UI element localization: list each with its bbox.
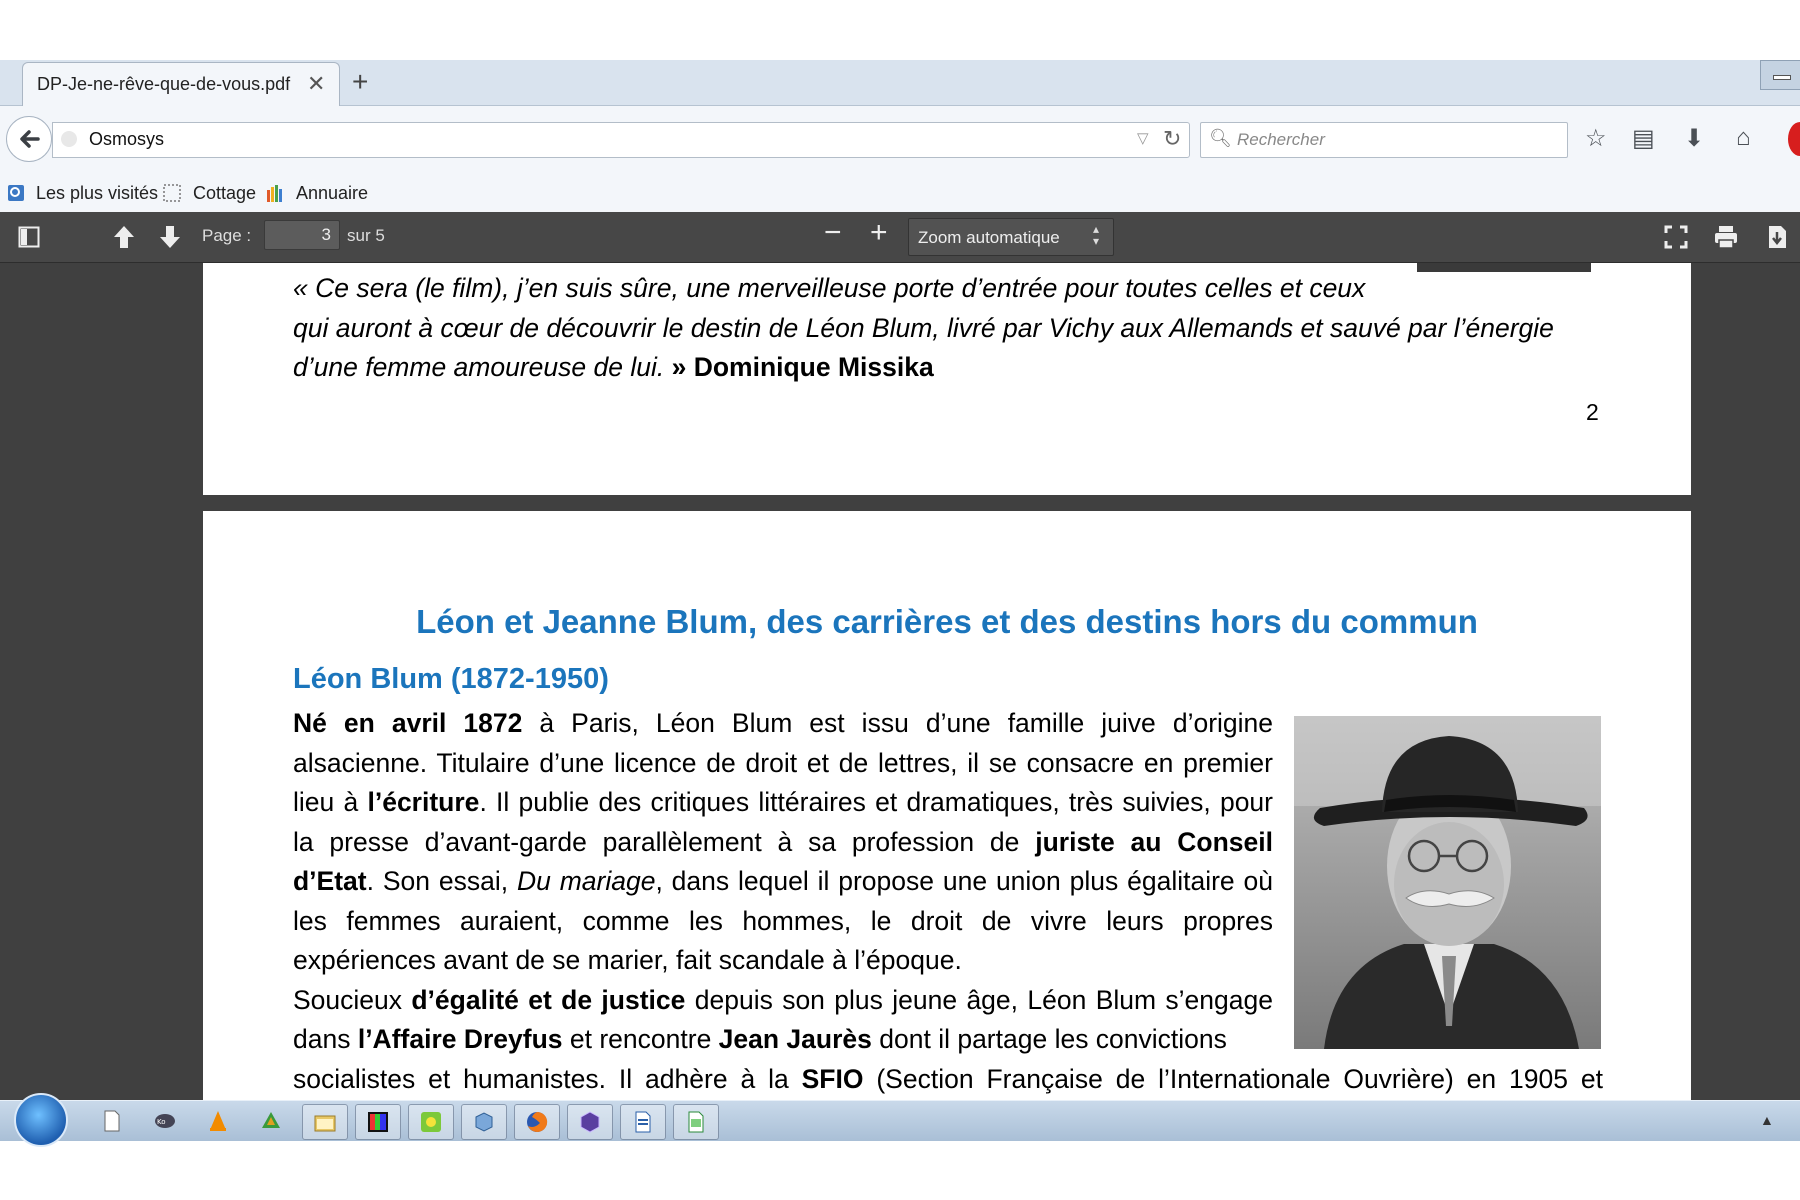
page-number: 2 (1586, 399, 1599, 425)
paragraph-2-continued: socialistes et humanistes. Il adhère à l… (293, 1064, 1603, 1094)
home-icon[interactable]: ⌂ (1736, 124, 1751, 152)
pdf-page-3: Léon et Jeanne Blum, des carrières et de… (203, 511, 1691, 1103)
windows-start-icon[interactable] (14, 1093, 68, 1147)
notepad-icon[interactable] (90, 1104, 134, 1138)
url-history-dropdown-icon[interactable]: ▽ (1137, 129, 1149, 147)
page-count: sur 5 (347, 226, 385, 245)
app-logo-icon[interactable]: Ko (143, 1104, 187, 1138)
sidebar-toggle-icon[interactable] (18, 226, 40, 248)
page-title: Léon et Jeanne Blum, des carrières et de… (416, 603, 1478, 640)
color-app-icon[interactable] (355, 1104, 401, 1140)
quote-text: « Ce sera (le film), j’en suis sûre, une… (293, 273, 1554, 382)
zoom-in-button[interactable]: + (870, 216, 888, 250)
tab-active-pdf[interactable]: DP-Je-ne-rêve-que-de-vous.pdf ✕ (22, 62, 340, 106)
page-number-input[interactable]: 3 (264, 220, 340, 250)
body-paragraphs: Né en avril 1872 à Paris, Léon Blum est … (293, 704, 1273, 1060)
pdf-page-2: « Ce sera (le film), j’en suis sûre, une… (203, 263, 1691, 495)
most-visited-icon (8, 185, 24, 201)
zoom-select[interactable]: Zoom automatique ▴ ▾ (908, 218, 1114, 256)
zoom-out-button[interactable]: − (824, 216, 842, 250)
vlc-icon[interactable] (196, 1104, 240, 1138)
site-identity-icon[interactable] (61, 131, 77, 147)
folder-dotted-icon (163, 184, 181, 202)
download-icon[interactable]: ⬇ (1684, 124, 1704, 153)
previous-page-icon[interactable] (112, 224, 136, 250)
calc-icon[interactable] (673, 1104, 719, 1140)
page-label: Page : (202, 226, 252, 245)
directory-icon (267, 185, 282, 202)
search-icon: 🔍︎ (1209, 128, 1232, 148)
search-placeholder: Rechercher (1237, 130, 1325, 149)
tab-close-icon[interactable]: ✕ (307, 71, 325, 97)
select-arrows-icon: ▴ ▾ (1093, 222, 1100, 248)
paragraph-1: Né en avril 1872 à Paris, Léon Blum est … (293, 708, 1274, 975)
paragraph-2: Soucieux d’égalité et de justice depuis … (293, 984, 1273, 1055)
reload-icon[interactable]: ↻ (1163, 126, 1181, 152)
writer-icon[interactable] (620, 1104, 666, 1140)
url-bar[interactable]: Osmosys ▽ ↻ (52, 122, 1190, 158)
print-icon[interactable] (1713, 224, 1739, 250)
green-app-icon[interactable] (408, 1104, 454, 1140)
firefox-icon[interactable] (514, 1104, 560, 1140)
svg-text:Ko: Ko (157, 1118, 166, 1126)
bookmark-annuaire[interactable]: Annuaire (296, 183, 368, 204)
window-minimize-button[interactable] (1760, 60, 1800, 90)
url-text: Osmosys (89, 129, 165, 149)
zoom-value: Zoom automatique (918, 228, 1060, 247)
section-heading: Léon Blum (1872-1950) (293, 663, 609, 695)
recycle-icon[interactable] (249, 1104, 293, 1138)
file-manager-icon[interactable] (302, 1104, 348, 1140)
new-tab-button[interactable]: + (352, 66, 368, 98)
presentation-mode-icon[interactable] (1664, 225, 1688, 249)
reading-list-icon[interactable]: ▤ (1632, 124, 1655, 153)
hexagon-app-icon[interactable] (567, 1104, 613, 1140)
portrait-photo-leon-blum (1294, 716, 1601, 1049)
quote-author: Dominique Missika (693, 352, 934, 382)
virtualbox-icon[interactable] (461, 1104, 507, 1140)
pdf-viewer[interactable]: « Ce sera (le film), j’en suis sûre, une… (0, 263, 1800, 1103)
tray-expand-icon[interactable]: ▲ (1760, 1112, 1774, 1128)
star-icon[interactable]: ☆ (1585, 124, 1607, 153)
back-button[interactable] (6, 116, 52, 162)
search-bar[interactable]: 🔍︎ Rechercher (1200, 122, 1568, 158)
bookmark-most-visited[interactable]: Les plus visités (36, 183, 158, 204)
next-page-icon[interactable] (158, 224, 182, 250)
pdf-download-icon[interactable] (1765, 224, 1789, 250)
bookmark-cottage[interactable]: Cottage (193, 183, 256, 204)
tab-title: DP-Je-ne-rêve-que-de-vous.pdf (37, 74, 291, 94)
back-arrow-icon (20, 130, 40, 148)
